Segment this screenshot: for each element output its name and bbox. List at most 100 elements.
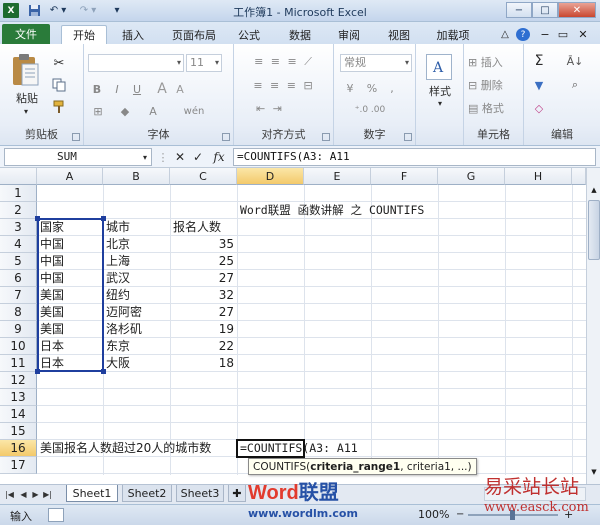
- cell-country[interactable]: 中国: [38, 270, 102, 287]
- row-header-17[interactable]: 17: [0, 457, 37, 474]
- vertical-scrollbar[interactable]: ▲ ▼: [586, 168, 600, 484]
- collapse-ribbon-icon[interactable]: △: [498, 25, 512, 44]
- indent-icons[interactable]: ⇤ ⇥: [240, 100, 300, 116]
- zoom-out-icon[interactable]: −: [456, 509, 464, 520]
- number-launcher-icon[interactable]: [404, 133, 412, 141]
- cell-city[interactable]: 东京: [104, 338, 169, 355]
- row-header-13[interactable]: 13: [0, 389, 37, 406]
- cell-city[interactable]: 纽约: [104, 287, 169, 304]
- find-select-icon[interactable]: ⌕: [560, 77, 590, 93]
- scroll-up-icon[interactable]: ▲: [588, 186, 600, 196]
- styles-icon[interactable]: A: [426, 54, 452, 80]
- cell-count[interactable]: 27: [171, 304, 236, 321]
- column-header-a[interactable]: A: [37, 168, 103, 185]
- cell-country[interactable]: 中国: [38, 236, 102, 253]
- paste-dropdown-icon[interactable]: ▾: [12, 106, 40, 116]
- font-color-icon[interactable]: A: [144, 103, 162, 119]
- cell-count[interactable]: 32: [171, 287, 236, 304]
- styles-button-label[interactable]: 样式: [420, 84, 460, 98]
- autosum-button[interactable]: Σ: [530, 52, 548, 70]
- column-header-d[interactable]: D: [237, 168, 304, 185]
- horizontal-align-icons[interactable]: ≡ ≡ ≡ ⊟: [240, 77, 328, 93]
- border-icon[interactable]: ⊞: [89, 103, 107, 119]
- font-launcher-icon[interactable]: [222, 133, 230, 141]
- cell-country[interactable]: 日本: [38, 355, 102, 372]
- cell-count[interactable]: 25: [171, 253, 236, 270]
- tab-home[interactable]: 开始: [61, 25, 107, 44]
- cell-count[interactable]: 22: [171, 338, 236, 355]
- prev-sheet-icon[interactable]: ◀: [18, 488, 29, 500]
- comma-icon[interactable]: ,: [384, 80, 400, 96]
- column-header-f[interactable]: F: [371, 168, 438, 185]
- number-format-combo[interactable]: 常规 ▾: [340, 54, 412, 72]
- column-header-h[interactable]: H: [505, 168, 572, 185]
- row-header-3[interactable]: 3: [0, 219, 37, 236]
- insert-function-button[interactable]: fx: [208, 149, 230, 165]
- tab-insert[interactable]: 插入: [113, 25, 153, 44]
- column-header-c[interactable]: C: [170, 168, 237, 185]
- ribbon-restore-button[interactable]: ▭: [556, 25, 570, 44]
- tab-data[interactable]: 数据: [283, 25, 317, 44]
- cell-count[interactable]: 18: [171, 355, 236, 372]
- cell-a3[interactable]: 国家: [38, 219, 102, 236]
- name-box-dropdown-icon[interactable]: ▾: [140, 150, 150, 164]
- row-header-2[interactable]: 2: [0, 202, 37, 219]
- sheet-tab-3[interactable]: Sheet3: [176, 485, 224, 502]
- cell-country[interactable]: 美国: [38, 321, 102, 338]
- decimal-icons[interactable]: ⁺.0 .00: [340, 102, 400, 118]
- currency-icon[interactable]: ¥: [340, 80, 360, 96]
- minimize-button[interactable]: −: [506, 2, 532, 18]
- ribbon-minimize-button[interactable]: −: [538, 25, 552, 44]
- sheet-tab-1[interactable]: Sheet1: [66, 485, 118, 502]
- font-shrink-icon[interactable]: A: [172, 81, 188, 97]
- name-box[interactable]: SUM: [4, 148, 152, 166]
- row-header-14[interactable]: 14: [0, 406, 37, 423]
- row-header-1[interactable]: 1: [0, 185, 37, 202]
- font-size-combo[interactable]: 11 ▾: [186, 54, 222, 72]
- font-grow-icon[interactable]: A: [154, 81, 170, 97]
- row-header-12[interactable]: 12: [0, 372, 37, 389]
- clear-icon[interactable]: ◇: [530, 100, 548, 116]
- row-header-10[interactable]: 10: [0, 338, 37, 355]
- paste-icon[interactable]: [8, 50, 42, 90]
- zoom-level[interactable]: 100%: [418, 508, 449, 521]
- cell-country[interactable]: 美国: [38, 287, 102, 304]
- tab-review[interactable]: 审阅: [332, 25, 366, 44]
- sheet-tab-2[interactable]: Sheet2: [122, 485, 172, 502]
- fill-icon[interactable]: ▼: [530, 77, 548, 93]
- next-sheet-icon[interactable]: ▶: [30, 488, 41, 500]
- row-header-11[interactable]: 11: [0, 355, 37, 372]
- row-header-4[interactable]: 4: [0, 236, 37, 253]
- cell-city[interactable]: 北京: [104, 236, 169, 253]
- cell-country[interactable]: 日本: [38, 338, 102, 355]
- bold-button[interactable]: B: [89, 81, 105, 97]
- italic-button[interactable]: I: [109, 81, 125, 97]
- underline-button[interactable]: U: [129, 81, 145, 97]
- cell-c3[interactable]: 报名人数: [171, 219, 236, 236]
- column-header-g[interactable]: G: [438, 168, 505, 185]
- row-header-5[interactable]: 5: [0, 253, 37, 270]
- enter-button[interactable]: ✓: [190, 149, 206, 165]
- insert-cells-button[interactable]: ⊞ 插入: [468, 54, 522, 70]
- range-handle[interactable]: [35, 369, 40, 374]
- worksheet-grid[interactable]: A B C D E F G H 1 2 3 4 5 6 7 8 9 10 11 …: [0, 168, 600, 484]
- cell-count[interactable]: 27: [171, 270, 236, 287]
- help-icon[interactable]: ?: [516, 28, 530, 41]
- close-button[interactable]: ✕: [558, 2, 596, 18]
- cell-count[interactable]: 19: [171, 321, 236, 338]
- percent-button[interactable]: %: [364, 80, 380, 96]
- cell-city[interactable]: 大阪: [104, 355, 169, 372]
- first-sheet-icon[interactable]: |◀: [4, 488, 15, 500]
- row-header-6[interactable]: 6: [0, 270, 37, 287]
- column-header-b[interactable]: B: [103, 168, 170, 185]
- cell-b3[interactable]: 城市: [104, 219, 169, 236]
- clipboard-launcher-icon[interactable]: [72, 133, 80, 141]
- cell-country[interactable]: 美国: [38, 304, 102, 321]
- insert-sheet-icon[interactable]: ✚: [228, 485, 246, 502]
- tab-formulas[interactable]: 公式: [232, 25, 266, 44]
- cell-country[interactable]: 中国: [38, 253, 102, 270]
- scroll-down-icon[interactable]: ▼: [588, 468, 600, 478]
- maximize-button[interactable]: □: [532, 2, 558, 18]
- alignment-launcher-icon[interactable]: [322, 133, 330, 141]
- styles-dropdown-icon[interactable]: ▾: [420, 98, 460, 108]
